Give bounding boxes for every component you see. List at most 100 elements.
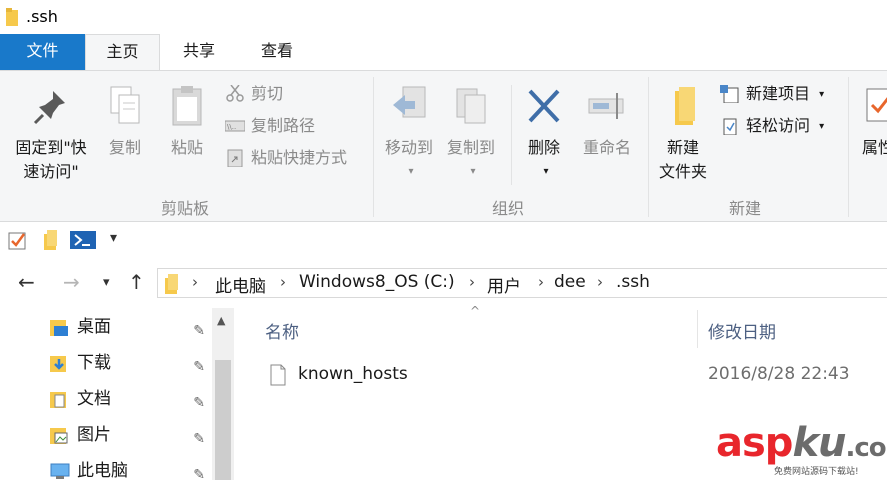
customize-toolbar-dropdown-icon[interactable]: ▾ <box>110 230 117 246</box>
new-folder-label-line1: 新建 <box>666 138 699 157</box>
file-date-modified: 2016/8/28 22:43 <box>708 364 850 384</box>
delete-button[interactable]: 删除 ▾ <box>520 85 568 184</box>
computer-icon <box>50 463 70 479</box>
group-subdivider <box>511 85 512 185</box>
new-folder-label-line2: 文件夹 <box>658 162 707 181</box>
ribbon-tabs: 文件 主页 共享 查看 <box>0 34 887 70</box>
new-folder-icon[interactable] <box>42 230 58 250</box>
properties-button[interactable]: 属性 <box>858 85 887 160</box>
breadcrumb-chevron-icon[interactable]: › <box>469 273 475 291</box>
breadcrumb-chevron-icon[interactable]: › <box>538 273 544 291</box>
clipboard-group-label: 剪贴板 <box>160 199 209 218</box>
group-divider <box>373 77 374 217</box>
organize-group-label: 组织 <box>491 199 524 218</box>
breadcrumb-chevron-icon[interactable]: › <box>597 273 603 291</box>
title-bar: .ssh <box>0 0 887 34</box>
tab-share[interactable]: 共享 <box>163 34 235 70</box>
watermark-text-ku: ku <box>792 420 846 466</box>
new-item-icon <box>720 85 739 103</box>
delete-dropdown-icon: ▾ <box>543 166 549 177</box>
breadcrumb-this-pc[interactable]: 此电脑 <box>215 272 266 297</box>
group-divider <box>848 77 849 217</box>
column-header-date-modified[interactable]: 修改日期 <box>708 318 776 343</box>
nav-item-documents[interactable]: 文档 ✎ <box>50 384 215 414</box>
delete-label: 删除 <box>527 138 560 157</box>
pin-label-line1: 固定到"快 <box>15 138 87 157</box>
new-folder-button[interactable]: 新建 文件夹 <box>652 85 714 184</box>
ribbon-home: 固定到"快 速访问" 复制 粘贴 剪切 \\.. 复制路径 粘贴快捷方式 剪贴板… <box>0 70 887 222</box>
scroll-up-chevron-icon[interactable]: ▲ <box>217 314 225 327</box>
pin-icon[interactable]: ✎ <box>193 460 205 480</box>
nav-item-downloads[interactable]: 下载 ✎ <box>50 348 215 378</box>
file-icon <box>270 364 286 386</box>
up-arrow-icon[interactable]: ↑ <box>128 270 145 294</box>
paste-button[interactable]: 粘贴 <box>164 85 210 160</box>
nav-item-this-pc[interactable]: 此电脑 ✎ <box>50 456 215 480</box>
move-to-label: 移动到 <box>384 138 433 157</box>
paste-shortcut-label: 粘贴快捷方式 <box>251 148 348 167</box>
copy-to-icon <box>456 88 486 124</box>
scrollbar-thumb[interactable] <box>215 360 231 480</box>
column-header-name[interactable]: 名称 <box>265 318 299 343</box>
nav-item-desktop[interactable]: 桌面 ✎ <box>50 312 215 342</box>
move-to-dropdown-icon: ▾ <box>408 166 414 177</box>
easy-access-label: 轻松访问 <box>746 116 811 135</box>
nav-item-label: 桌面 <box>77 317 111 337</box>
watermark-text: aspku.com <box>716 420 887 466</box>
tab-file[interactable]: 文件 <box>0 34 85 70</box>
folder-icon <box>165 274 178 294</box>
nav-item-pictures[interactable]: 图片 ✎ <box>50 420 215 450</box>
breadcrumb-users[interactable]: 用户 <box>487 272 521 297</box>
file-explorer-window: .ssh 文件 主页 共享 查看 固定到"快 速访问" 复制 粘贴 剪切 \\.… <box>0 0 887 480</box>
properties-check-icon[interactable] <box>8 230 28 250</box>
navigation-pane: 桌面 ✎ 下载 ✎ 文档 ✎ 图片 ✎ 此电脑 ✎ <box>0 308 234 480</box>
column-divider[interactable] <box>697 310 698 348</box>
copy-label: 复制 <box>108 138 141 157</box>
pin-label-line2: 速访问" <box>23 162 79 181</box>
copy-to-label: 复制到 <box>446 138 495 157</box>
recent-locations-chevron-down-icon[interactable]: ▾ <box>103 275 110 290</box>
watermark-subtitle: 免费网站源码下载站! <box>774 467 859 477</box>
copy-button[interactable]: 复制 <box>102 85 148 160</box>
pin-icon[interactable]: ✎ <box>193 388 205 418</box>
new-item-dropdown-icon: ▾ <box>819 88 825 100</box>
file-name[interactable]: known_hosts <box>298 364 408 384</box>
back-arrow-icon[interactable]: ← <box>18 270 35 294</box>
breadcrumb-ssh[interactable]: .ssh <box>616 272 650 292</box>
copy-path-icon: \\.. <box>225 120 245 132</box>
properties-label: 属性 <box>862 138 887 157</box>
cut-label: 剪切 <box>251 84 284 103</box>
easy-access-button[interactable]: 轻松访问 ▾ <box>720 113 824 139</box>
copy-icon <box>110 86 140 124</box>
breadcrumb-drive[interactable]: Windows8_OS (C:) <box>299 272 455 292</box>
pin-icon[interactable]: ✎ <box>193 316 205 346</box>
copy-to-button[interactable]: 复制到 ▾ <box>440 85 502 184</box>
tab-home[interactable]: 主页 <box>85 34 160 70</box>
breadcrumb-chevron-icon[interactable]: › <box>280 273 286 291</box>
pin-icon <box>33 91 65 125</box>
folder-icon <box>6 8 18 26</box>
cut-button[interactable]: 剪切 <box>225 81 283 107</box>
forward-arrow-icon[interactable]: → <box>63 270 80 294</box>
rename-button[interactable]: 重命名 <box>577 85 637 160</box>
new-item-button[interactable]: 新建项目 ▾ <box>720 81 824 107</box>
pin-icon[interactable]: ✎ <box>193 352 205 382</box>
paste-label: 粘贴 <box>170 138 203 157</box>
rename-icon <box>588 93 624 119</box>
pin-icon[interactable]: ✎ <box>193 424 205 454</box>
move-to-button[interactable]: 移动到 ▾ <box>380 85 438 184</box>
breadcrumb-dee[interactable]: dee <box>554 272 586 292</box>
pin-to-quick-access-button[interactable]: 固定到"快 速访问" <box>6 85 96 184</box>
paste-shortcut-button[interactable]: 粘贴快捷方式 <box>225 145 347 171</box>
new-item-label: 新建项目 <box>746 84 811 103</box>
downloads-folder-icon <box>50 356 66 372</box>
tab-view[interactable]: 查看 <box>241 34 313 70</box>
powershell-icon[interactable] <box>70 231 96 249</box>
copy-path-button[interactable]: \\.. 复制路径 <box>225 113 315 139</box>
nav-item-label: 图片 <box>77 425 111 445</box>
nav-pane-scrollbar[interactable]: ▲ <box>212 308 234 480</box>
breadcrumb-chevron-icon[interactable]: › <box>192 273 198 291</box>
navigation-bar: ← → ▾ ↑ › 此电脑 › Windows8_OS (C:) › 用户 › … <box>0 258 887 308</box>
properties-icon <box>866 88 887 122</box>
address-bar[interactable]: › 此电脑 › Windows8_OS (C:) › 用户 › dee › .s… <box>157 268 887 298</box>
